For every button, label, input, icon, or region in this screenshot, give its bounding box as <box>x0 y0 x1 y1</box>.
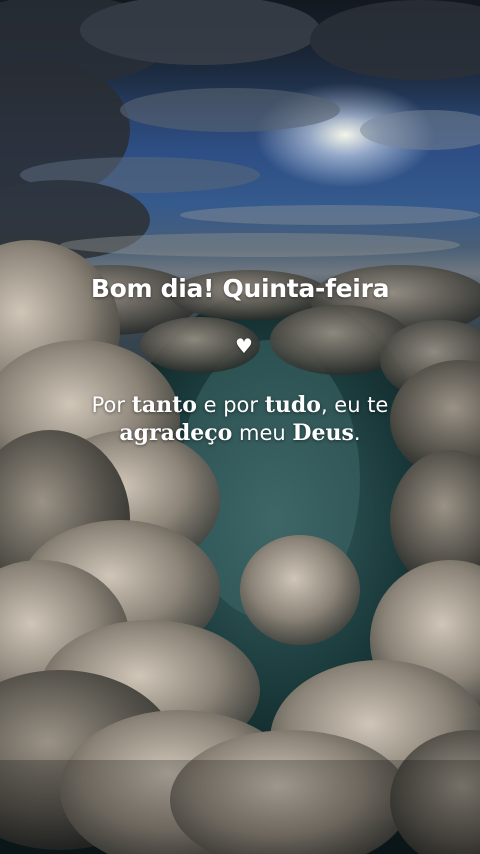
quote-word: e por <box>196 393 265 417</box>
text-overlay: Bom dia! Quinta-feira ♥ Por tanto e por … <box>0 0 480 854</box>
background-photo: Bom dia! Quinta-feira ♥ Por tanto e por … <box>0 0 480 854</box>
quote-word: Por <box>91 393 132 417</box>
quote-word: meu <box>232 421 293 445</box>
heart-icon: ♥ <box>235 334 253 358</box>
quote-word-bold: agradeço <box>119 420 233 446</box>
quote-word: . <box>353 421 361 445</box>
quote-word: , eu te <box>320 393 389 417</box>
quote-line-2: agradeço meu Deus. <box>0 420 480 446</box>
quote-word-bold: tudo <box>264 392 321 418</box>
greeting-title: Bom dia! Quinta-feira <box>90 274 390 303</box>
quote-word-bold: Deus <box>292 420 354 446</box>
quote-line-1: Por tanto e por tudo, eu te <box>0 392 480 418</box>
quote-word-bold: tanto <box>131 392 197 418</box>
